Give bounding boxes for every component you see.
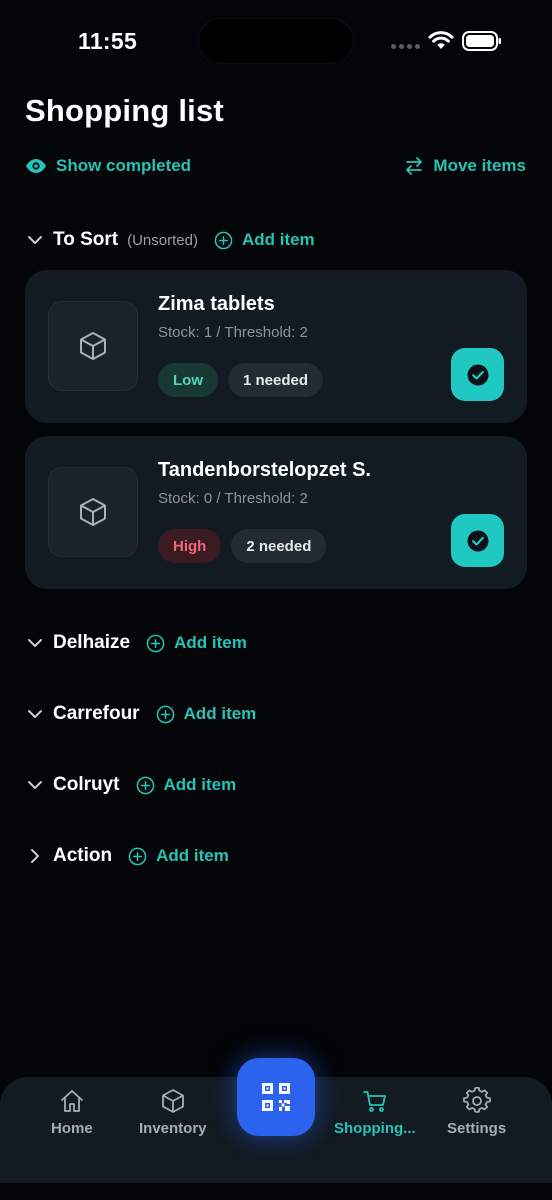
add-item-label: Add item [163, 775, 237, 794]
section-action[interactable]: Action Add item [25, 841, 229, 871]
move-items-label: Move items [433, 156, 526, 175]
item-stock: Stock: 0 / Threshold: 2 [158, 490, 308, 507]
battery-icon [462, 31, 501, 51]
plus-circle-icon [146, 634, 165, 652]
add-item-label: Add item [183, 704, 257, 723]
qr-code-icon [262, 1083, 290, 1111]
item-stock: Stock: 1 / Threshold: 2 [158, 324, 308, 341]
mark-bought-button[interactable] [451, 514, 504, 567]
nav-inventory-label: Inventory [139, 1120, 207, 1137]
chevron-down-icon [28, 639, 42, 647]
chevron-down-icon [28, 710, 42, 718]
nav-settings[interactable]: Settings [447, 1087, 506, 1137]
mark-bought-button[interactable] [451, 348, 504, 401]
section-subtitle: (Unsorted) [127, 231, 198, 249]
item-thumbnail [48, 467, 138, 557]
priority-badge: High [158, 529, 222, 563]
plus-circle-icon [128, 847, 147, 865]
add-item-label: Add item [174, 633, 247, 652]
nav-settings-label: Settings [447, 1120, 507, 1137]
check-circle-icon [467, 530, 488, 551]
plus-circle-icon [156, 705, 174, 723]
cart-icon [362, 1091, 386, 1112]
nav-shopping-label: Shopping... [334, 1120, 416, 1137]
priority-badge: Low [158, 363, 218, 397]
add-item-button[interactable]: Add item [146, 633, 247, 653]
swap-arrows-icon [406, 157, 423, 175]
section-colruyt[interactable]: Colruyt Add item [25, 770, 236, 800]
box-icon [80, 332, 106, 360]
section-to-sort[interactable]: To Sort (Unsorted) Add item [25, 225, 315, 255]
home-indicator [0, 1183, 552, 1200]
wifi-icon [428, 31, 454, 49]
chevron-right-icon [31, 849, 39, 863]
status-bar: 11:55 [0, 0, 552, 84]
item-name: Tandenborstelopzet S. [158, 459, 371, 481]
scan-qr-button[interactable] [237, 1058, 315, 1136]
plus-circle-icon [214, 231, 233, 249]
needed-badge: 1 needed [228, 363, 324, 397]
gear-icon [462, 1087, 491, 1113]
add-item-button[interactable]: Add item [214, 230, 315, 250]
shopping-item-card[interactable]: Zima tablets Stock: 1 / Threshold: 2 Low… [25, 270, 527, 423]
add-item-label: Add item [156, 846, 229, 865]
chevron-down-icon [28, 236, 42, 244]
signal-icon [391, 44, 420, 49]
section-carrefour[interactable]: Carrefour Add item [25, 699, 256, 729]
section-title: Action [53, 845, 113, 866]
dynamic-island [198, 18, 354, 64]
add-item-label: Add item [241, 230, 315, 249]
section-title: To Sort [53, 229, 119, 250]
section-title: Delhaize [53, 632, 131, 653]
home-icon [60, 1090, 83, 1112]
check-circle-icon [467, 364, 488, 385]
move-items-button[interactable]: Move items [404, 156, 526, 176]
section-title: Colruyt [53, 774, 120, 795]
section-title: Carrefour [53, 703, 140, 724]
nav-shopping[interactable]: Shopping... [334, 1087, 416, 1137]
section-delhaize[interactable]: Delhaize Add item [25, 628, 247, 658]
box-icon [161, 1089, 184, 1113]
add-item-button[interactable]: Add item [136, 775, 237, 795]
status-time: 11:55 [78, 28, 138, 54]
item-name: Zima tablets [158, 293, 275, 315]
nav-home[interactable]: Home [51, 1087, 93, 1137]
eye-icon [26, 159, 46, 173]
page-title: Shopping list [25, 93, 224, 128]
item-thumbnail [48, 301, 138, 391]
show-completed-button[interactable]: Show completed [25, 156, 191, 176]
shopping-item-card[interactable]: Tandenborstelopzet S. Stock: 0 / Thresho… [25, 436, 527, 589]
plus-circle-icon [136, 776, 154, 794]
add-item-button[interactable]: Add item [156, 704, 257, 724]
nav-inventory[interactable]: Inventory [139, 1087, 207, 1137]
show-completed-label: Show completed [56, 156, 192, 175]
needed-badge: 2 needed [231, 529, 327, 563]
box-icon [80, 498, 106, 526]
chevron-down-icon [28, 781, 42, 789]
add-item-button[interactable]: Add item [128, 846, 229, 866]
nav-home-label: Home [51, 1120, 93, 1137]
